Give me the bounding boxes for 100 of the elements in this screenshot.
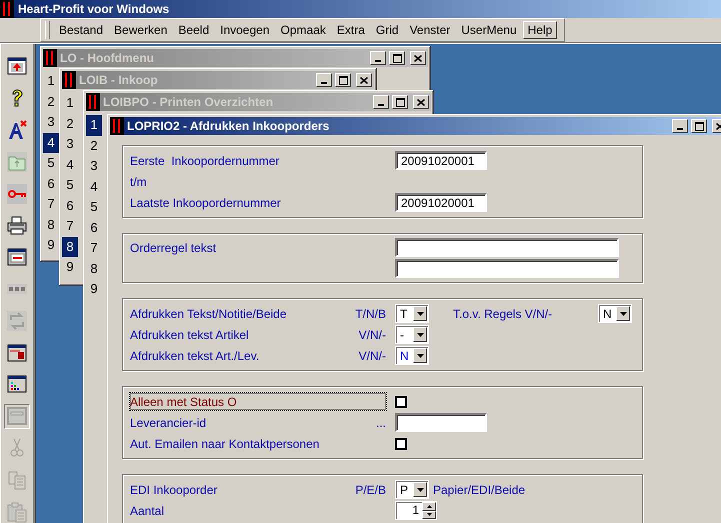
field-label: Eerste Inkoopordernummer [130,154,280,168]
maximize-button[interactable] [392,95,408,109]
logo-icon [0,0,14,18]
input-field[interactable] [395,413,487,432]
input-field[interactable]: 20091020001 [395,193,487,212]
logo-icon [62,71,76,89]
menu-item[interactable]: 4 [86,176,102,197]
menu-item[interactable]: Grid [370,21,404,39]
dropdown-arrow-icon [620,312,626,316]
window-title-bar[interactable]: LOPRIO2 - Afdrukken Inkooporders [110,117,721,135]
menu-item[interactable]: UserMenu [456,21,522,39]
minimize-icon [677,128,683,130]
menu-item[interactable]: 3 [86,156,102,176]
menu-item[interactable]: 3 [43,112,59,132]
menu-item[interactable]: 8 [62,236,78,257]
printer-icon[interactable] [6,214,28,236]
down-arrow-icon[interactable] [426,513,432,516]
menu-item[interactable]: 6 [43,174,59,194]
field-label: Afdrukken tekst Artikel [130,328,249,342]
menu-item[interactable]: 6 [86,218,102,238]
menu-item[interactable]: 4 [43,132,59,153]
window-form-icon[interactable] [6,246,28,268]
menu-item[interactable]: 9 [43,235,59,256]
dropdown[interactable]: T [395,304,429,323]
maximize-icon [396,98,404,106]
maximize-icon [338,76,348,84]
field-label: T.o.v. Regels V/N/- [453,306,554,320]
logo-icon [110,117,124,135]
key-icon[interactable] [6,182,28,205]
menu-item[interactable]: 6 [62,196,78,216]
input-field[interactable]: 20091020001 [395,151,487,170]
menu-item[interactable]: 7 [62,216,78,236]
minimize-icon [378,104,384,106]
menu-item[interactable]: 2 [62,114,78,134]
close-icon [360,76,368,84]
up-arrow-icon[interactable] [426,504,432,508]
menu-item[interactable]: Bestand [54,21,108,39]
field-label: Leverancier-id [130,416,206,430]
menu-item[interactable]: 2 [86,136,102,156]
dropdown[interactable]: N [598,304,632,323]
menu-item[interactable]: Invoegen [215,21,275,39]
field-label: Aut. Emailen naar Kontaktpersonen [130,436,320,450]
dropdown-arrow-icon [416,488,424,492]
menu-item[interactable]: 5 [62,175,78,196]
menu-item[interactable]: Help [522,21,558,39]
checkbox[interactable] [395,438,407,450]
close-icon [417,98,425,106]
maximize-button[interactable] [691,119,707,133]
menu-item[interactable]: 1 [62,93,78,114]
menu-item[interactable]: Beeld [173,21,214,39]
minimize-button[interactable] [316,73,332,87]
dropdown[interactable]: - [395,325,429,344]
menu-item[interactable]: Venster [404,21,456,39]
input-field[interactable] [395,259,619,278]
maximize-icon [392,54,402,62]
menu-item[interactable]: 1 [43,71,59,92]
dropdown[interactable]: N [395,346,429,365]
field-hint: Papier/EDI/Beide [433,482,526,496]
field-hint: V/N/- [358,328,386,342]
menu-item[interactable]: Opmaak [276,21,331,39]
minimize-button[interactable] [373,95,389,109]
input-field[interactable] [395,238,619,257]
close-button[interactable] [410,51,426,65]
menu-item[interactable]: 8 [86,258,102,279]
menu-item[interactable]: 2 [43,92,59,112]
field-hint: V/N/- [358,348,386,362]
minimize-icon [321,82,327,84]
maximize-icon [694,122,704,130]
field-label: Aantal [130,504,164,518]
window-chart-icon[interactable] [6,373,28,396]
menu-item[interactable]: 7 [43,194,59,214]
dropdown-arrow-icon [416,332,424,336]
menu-item[interactable]: 9 [86,279,102,300]
field-label: Afdrukken Tekst/Notitie/Beide [130,306,287,320]
menu-item[interactable]: 8 [43,214,59,235]
maximize-button[interactable] [335,73,351,87]
dropdown[interactable]: P [395,480,429,499]
menu-item[interactable]: 9 [62,257,78,278]
field-label: t/m [130,174,147,188]
field-label: Afdrukken tekst Art./Lev. [130,348,260,362]
menu-item[interactable]: 5 [43,153,59,174]
maximize-button[interactable] [389,51,405,65]
spinner-field[interactable]: 1 [395,501,437,520]
close-button[interactable] [413,95,429,109]
minimize-button[interactable] [370,51,386,65]
menu-item[interactable]: 5 [86,197,102,218]
menu-item[interactable]: 7 [86,238,102,258]
logo-icon [43,49,57,67]
close-button[interactable] [356,73,372,87]
menu-item[interactable]: 1 [86,115,102,136]
checkbox[interactable] [395,396,407,408]
dropdown-arrow-icon [416,312,424,316]
window-lock-icon[interactable] [6,342,28,364]
minimize-button[interactable] [672,119,688,133]
menu-item[interactable]: Bewerken [109,21,172,39]
menu-item[interactable]: 4 [62,154,78,175]
menu-item[interactable]: Extra [332,21,370,39]
field-hint: T/N/B [355,306,386,320]
field-hint: ... [376,416,386,430]
menu-item[interactable]: 3 [62,134,78,154]
